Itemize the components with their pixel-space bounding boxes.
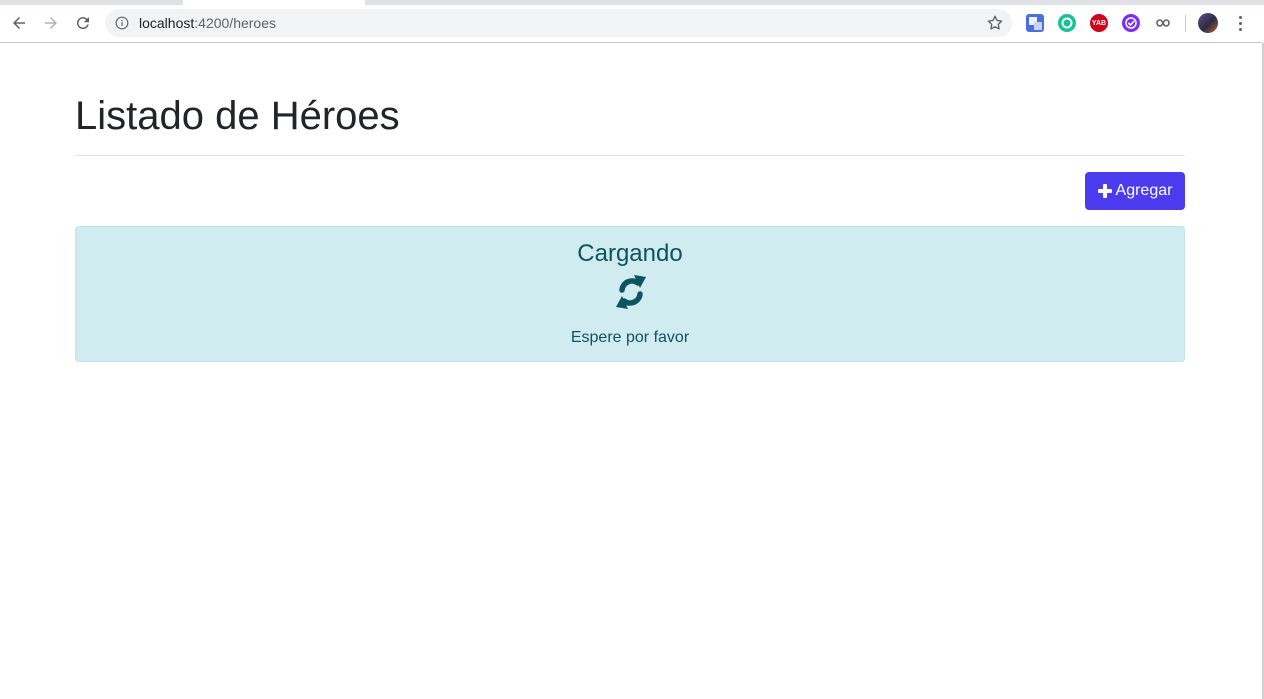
infinity-extension-icon[interactable] bbox=[1154, 14, 1172, 32]
browser-menu-button[interactable] bbox=[1232, 12, 1248, 34]
grammarly-icon[interactable] bbox=[1058, 14, 1076, 32]
forward-button[interactable] bbox=[37, 9, 65, 37]
loading-alert: Cargando Espere por favor bbox=[75, 226, 1185, 362]
reload-icon bbox=[76, 17, 89, 30]
arrow-left-icon bbox=[13, 17, 25, 29]
add-hero-button[interactable]: Agregar bbox=[1085, 172, 1185, 210]
url-text[interactable]: localhost:4200/heroes bbox=[139, 15, 276, 31]
reload-button[interactable] bbox=[69, 9, 97, 37]
add-button-label: Agregar bbox=[1115, 182, 1173, 199]
url-path: :4200/heroes bbox=[194, 15, 276, 31]
info-icon[interactable] bbox=[115, 16, 129, 30]
alert-title: Cargando bbox=[577, 240, 683, 267]
menu-dot-icon bbox=[1238, 15, 1242, 19]
bookmark-star-icon[interactable] bbox=[986, 14, 1004, 32]
toolbar-separator bbox=[1185, 15, 1186, 32]
refresh-icon bbox=[616, 275, 646, 309]
browser-toolbar: localhost:4200/heroes YAB bbox=[0, 5, 1262, 43]
alert-message: Espere por favor bbox=[570, 329, 690, 346]
menu-dot-icon bbox=[1238, 27, 1242, 31]
plus-icon bbox=[1097, 184, 1112, 198]
checkmark-extension-icon[interactable] bbox=[1122, 14, 1140, 32]
url-host: localhost bbox=[139, 15, 195, 31]
page-title: Listado de Héroes bbox=[75, 94, 400, 138]
address-bar[interactable]: localhost:4200/heroes bbox=[105, 9, 1012, 37]
profile-avatar[interactable] bbox=[1198, 13, 1218, 33]
google-translate-icon[interactable] bbox=[1026, 14, 1044, 32]
menu-dot-icon bbox=[1238, 21, 1242, 25]
yab-label: YAB bbox=[1091, 19, 1107, 27]
back-button[interactable] bbox=[5, 9, 33, 37]
title-divider bbox=[75, 155, 1185, 156]
yab-icon[interactable]: YAB bbox=[1090, 14, 1108, 32]
arrow-right-icon bbox=[45, 17, 57, 29]
